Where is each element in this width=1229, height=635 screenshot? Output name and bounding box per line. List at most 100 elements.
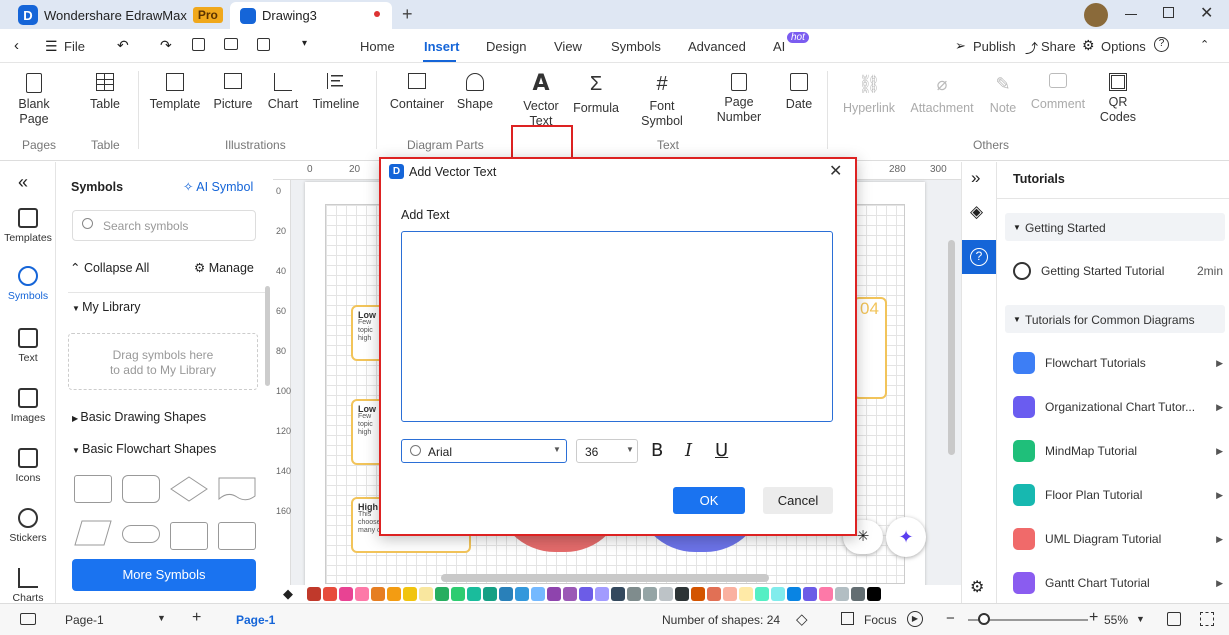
color-swatch[interactable] — [787, 587, 801, 601]
back-icon[interactable]: ‹ — [14, 37, 19, 54]
save-icon[interactable] — [192, 38, 205, 51]
redo-icon[interactable]: ↷ — [160, 37, 172, 54]
minimize-icon[interactable] — [1125, 14, 1137, 15]
color-swatch[interactable] — [531, 587, 545, 601]
blank-page-button[interactable]: Blank Page — [12, 73, 56, 127]
dialog-close-icon[interactable]: ✕ — [829, 161, 842, 181]
share-icon[interactable]: ⤴ — [1025, 38, 1038, 57]
settings-gear-icon[interactable]: ⚙ — [970, 577, 984, 597]
italic-button[interactable]: I — [685, 440, 692, 461]
page-number-button[interactable]: Page Number — [712, 73, 766, 125]
color-swatch[interactable] — [707, 587, 721, 601]
internal-storage-shape[interactable] — [218, 522, 256, 550]
color-swatch[interactable] — [819, 587, 833, 601]
ai-sparkle-button[interactable]: ✦ — [886, 517, 926, 557]
size-dropdown-icon[interactable]: ▼ — [626, 445, 634, 454]
common-diagrams-section[interactable]: Tutorials for Common Diagrams — [1005, 305, 1225, 333]
color-swatch[interactable] — [435, 587, 449, 601]
tab-view[interactable]: View — [554, 39, 582, 54]
search-input[interactable]: Search symbols — [72, 210, 256, 241]
tab-advanced[interactable]: Advanced — [688, 39, 746, 54]
timeline-button[interactable]: Timeline — [309, 73, 363, 112]
basic-flowchart-shapes-section[interactable]: ▼ Basic Flowchart Shapes — [72, 442, 216, 456]
manage-button[interactable]: ⚙ Manage — [194, 260, 254, 275]
zoom-level[interactable]: 55% — [1104, 613, 1128, 627]
vector-text-input[interactable] — [401, 231, 833, 422]
page-panel-toggle-icon[interactable] — [20, 613, 36, 625]
container-button[interactable]: Container — [388, 73, 446, 112]
note-button[interactable]: ✎ Note — [984, 73, 1022, 116]
close-window-icon[interactable]: ✕ — [1200, 3, 1213, 23]
publish-icon[interactable]: ➢ — [955, 38, 966, 54]
color-swatch[interactable] — [451, 587, 465, 601]
date-button[interactable]: Date — [782, 73, 816, 112]
page-dropdown-icon[interactable]: ▼ — [157, 613, 166, 623]
zoom-in-icon[interactable]: + — [1089, 609, 1098, 627]
app-tab[interactable]: D Wondershare EdrawMax Pro — [10, 2, 226, 28]
fill-bucket-icon[interactable]: ◆ — [283, 586, 293, 602]
gantt-tutorial-item[interactable]: Gantt Chart Tutorial ▶ — [1013, 569, 1223, 597]
color-swatch[interactable] — [499, 587, 513, 601]
data-shape[interactable] — [74, 519, 112, 547]
more-symbols-button[interactable]: More Symbols — [72, 559, 256, 591]
canvas-card-number[interactable]: 04 — [853, 297, 887, 399]
play-presentation-icon[interactable]: ▶ — [907, 611, 923, 627]
sidebar-item-symbols[interactable]: Symbols — [0, 266, 56, 302]
terminator-shape[interactable] — [122, 525, 160, 543]
predefined-process-shape[interactable] — [170, 522, 208, 550]
help-panel-tab[interactable]: ? — [962, 240, 996, 274]
sidebar-item-stickers[interactable]: Stickers — [0, 508, 56, 544]
color-swatch[interactable] — [851, 587, 865, 601]
library-drop-zone[interactable]: Drag symbols here to add to My Library — [68, 333, 258, 390]
vertical-scrollbar[interactable] — [948, 240, 955, 455]
options-gear-icon[interactable]: ⚙ — [1082, 37, 1095, 54]
layers-icon[interactable]: ◇ — [796, 610, 808, 628]
flowchart-tutorial-item[interactable]: Flowchart Tutorials ▶ — [1013, 349, 1223, 377]
publish-button[interactable]: Publish — [973, 39, 1016, 54]
floor-plan-tutorial-item[interactable]: Floor Plan Tutorial ▶ — [1013, 481, 1223, 509]
quick-access-dropdown-icon[interactable]: ▾ — [302, 38, 307, 49]
table-button[interactable]: Table — [85, 73, 125, 112]
hamburger-icon[interactable]: ☰ — [45, 38, 58, 55]
color-swatch[interactable] — [387, 587, 401, 601]
sidebar-item-charts[interactable]: Charts — [0, 568, 56, 604]
color-swatch[interactable] — [627, 587, 641, 601]
color-swatch[interactable] — [579, 587, 593, 601]
collapse-all-button[interactable]: ⌃ Collapse All — [70, 260, 149, 275]
color-swatch[interactable] — [659, 587, 673, 601]
export-icon[interactable] — [257, 38, 270, 51]
color-swatch[interactable] — [403, 587, 417, 601]
color-swatch[interactable] — [835, 587, 849, 601]
color-swatch[interactable] — [467, 587, 481, 601]
color-swatch[interactable] — [755, 587, 769, 601]
document-tab[interactable]: Drawing3 — [230, 2, 392, 29]
uml-tutorial-item[interactable]: UML Diagram Tutorial ▶ — [1013, 525, 1223, 553]
zoom-dropdown-icon[interactable]: ▼ — [1136, 614, 1145, 624]
color-swatch[interactable] — [611, 587, 625, 601]
color-swatch[interactable] — [803, 587, 817, 601]
rounded-rectangle-shape[interactable] — [122, 475, 160, 503]
tab-ai[interactable]: AI — [773, 39, 785, 54]
color-swatch[interactable] — [595, 587, 609, 601]
color-swatch[interactable] — [323, 587, 337, 601]
paint-bucket-icon[interactable]: ◈ — [970, 202, 983, 222]
expand-panel-icon[interactable]: » — [971, 168, 980, 188]
panel-scrollbar[interactable] — [265, 286, 270, 386]
org-chart-tutorial-item[interactable]: Organizational Chart Tutor... ▶ — [1013, 393, 1223, 421]
color-swatch[interactable] — [515, 587, 529, 601]
fit-page-icon[interactable] — [1167, 612, 1181, 626]
template-button[interactable]: Template — [148, 73, 202, 112]
color-swatch[interactable] — [419, 587, 433, 601]
bold-button[interactable]: B — [651, 440, 663, 461]
font-family-select[interactable]: Arial — [401, 439, 567, 463]
shape-button[interactable]: Shape — [455, 73, 495, 112]
decision-shape[interactable] — [170, 475, 208, 503]
ok-button[interactable]: OK — [673, 487, 745, 514]
font-symbol-button[interactable]: # Font Symbol — [636, 73, 688, 129]
collapse-sidebar-icon[interactable]: « — [18, 172, 28, 193]
getting-started-section[interactable]: Getting Started — [1005, 213, 1225, 241]
underline-button[interactable]: U — [715, 440, 728, 461]
getting-started-tutorial-item[interactable]: Getting Started Tutorial 2min — [1013, 257, 1223, 285]
color-swatch[interactable] — [739, 587, 753, 601]
file-menu[interactable]: File — [64, 39, 85, 54]
